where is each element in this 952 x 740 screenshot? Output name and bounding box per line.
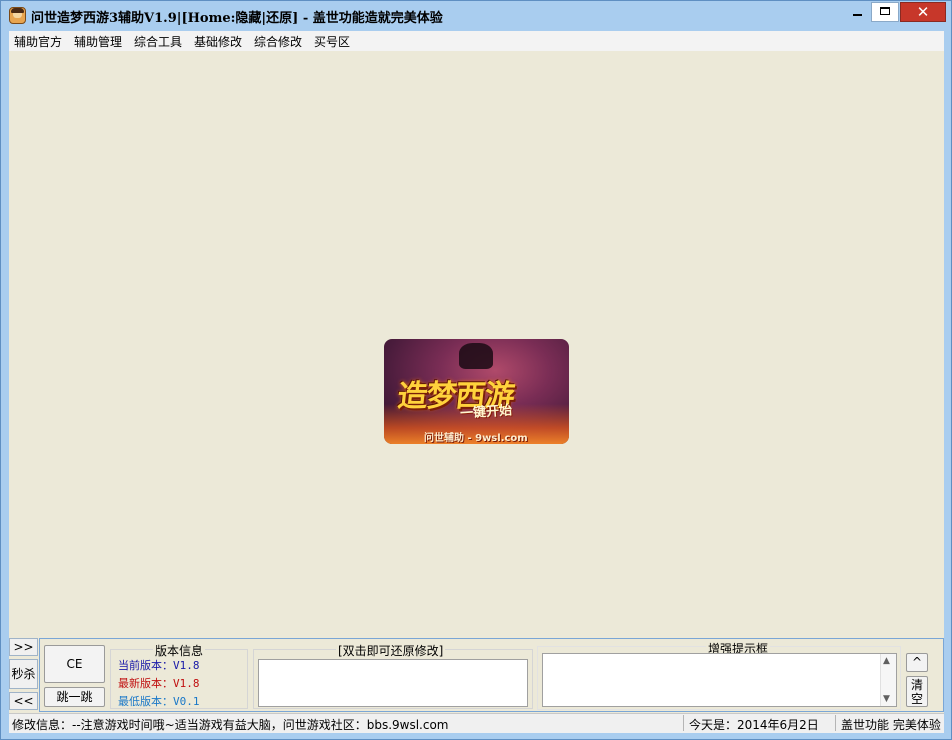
game-start-banner[interactable]: 造梦西游 一键开始 问世辅助 - 9wsl.com xyxy=(384,339,569,444)
scroll-top-button[interactable]: ^ xyxy=(906,653,928,672)
menu-item-combined-modify[interactable]: 综合修改 xyxy=(254,33,302,50)
menu-item-official[interactable]: 辅助官方 xyxy=(14,33,62,50)
app-icon xyxy=(9,7,26,24)
menu-item-buy-account[interactable]: 买号区 xyxy=(314,33,350,50)
scroll-down-arrow-icon[interactable]: ▼ xyxy=(883,694,890,704)
title-bar[interactable]: 问世造梦西游3辅助V1.9|[Home:隐藏|还原] - 盖世功能造就完美体验 … xyxy=(1,1,951,31)
minimize-button[interactable] xyxy=(844,2,871,22)
status-modify-info: 修改信息：--注意游戏时间哦~适当游戏有益大脑，问世游戏社区：bbs.9wsl.… xyxy=(12,718,449,732)
game-client-area: 造梦西游 一键开始 问世辅助 - 9wsl.com xyxy=(9,51,944,637)
latest-version: 最新版本：V1.8 xyxy=(118,677,200,690)
version-info-group: 版本信息 当前版本：V1.8 最新版本：V1.8 最低版本：V0.1 xyxy=(110,642,248,709)
menu-bar: 辅助官方 辅助管理 综合工具 基础修改 综合修改 买号区 xyxy=(9,31,944,51)
status-divider xyxy=(683,715,684,731)
close-icon: ✕ xyxy=(916,3,930,21)
window-title: 问世造梦西游3辅助V1.9|[Home:隐藏|还原] - 盖世功能造就完美体验 xyxy=(31,11,443,26)
collapse-button[interactable]: << xyxy=(9,692,38,710)
banner-site: 问世辅助 - 9wsl.com xyxy=(424,433,528,444)
banner-subtitle: 一键开始 xyxy=(459,403,513,422)
restore-list[interactable] xyxy=(258,659,528,707)
kill-button[interactable]: 秒杀 xyxy=(9,659,38,689)
clear-button[interactable]: 清空 xyxy=(906,676,928,707)
min-version: 最低版本：V0.1 xyxy=(118,695,200,708)
hint-group: 增强提示框 ▲ ▼ xyxy=(537,640,901,710)
hint-scrollbar[interactable]: ▲ ▼ xyxy=(880,654,896,706)
jump-button[interactable]: 跳一跳 xyxy=(44,687,105,707)
ce-button[interactable]: CE xyxy=(44,645,105,683)
restore-group-title: [双击即可还原修改] xyxy=(336,642,446,659)
current-version: 当前版本：V1.8 xyxy=(118,659,200,672)
menu-item-basic-modify[interactable]: 基础修改 xyxy=(194,33,242,50)
status-divider xyxy=(835,715,836,731)
close-button[interactable]: ✕ xyxy=(900,2,946,22)
status-date: 今天是：2014年6月2日 xyxy=(689,718,819,732)
restore-group: [双击即可还原修改] xyxy=(253,642,533,709)
menu-item-manage[interactable]: 辅助管理 xyxy=(74,33,122,50)
function-panel: CE 跳一跳 版本信息 当前版本：V1.8 最新版本：V1.8 最低版本：V0.… xyxy=(39,638,944,712)
banner-character xyxy=(459,343,493,369)
status-bar: 修改信息：--注意游戏时间哦~适当游戏有益大脑，问世游戏社区：bbs.9wsl.… xyxy=(9,713,944,733)
status-slogan: 盖世功能 完美体验 xyxy=(841,718,941,732)
menu-item-tools[interactable]: 综合工具 xyxy=(134,33,182,50)
scroll-up-arrow-icon[interactable]: ▲ xyxy=(883,656,890,666)
hint-textbox[interactable]: ▲ ▼ xyxy=(542,653,897,707)
maximize-button[interactable] xyxy=(871,2,899,22)
bottom-control-area: >> 秒杀 << CE 跳一跳 版本信息 当前版本：V1.8 最新版本：V1.8… xyxy=(9,637,944,713)
main-window: 问世造梦西游3辅助V1.9|[Home:隐藏|还原] - 盖世功能造就完美体验 … xyxy=(0,0,952,740)
expand-button[interactable]: >> xyxy=(9,638,38,656)
